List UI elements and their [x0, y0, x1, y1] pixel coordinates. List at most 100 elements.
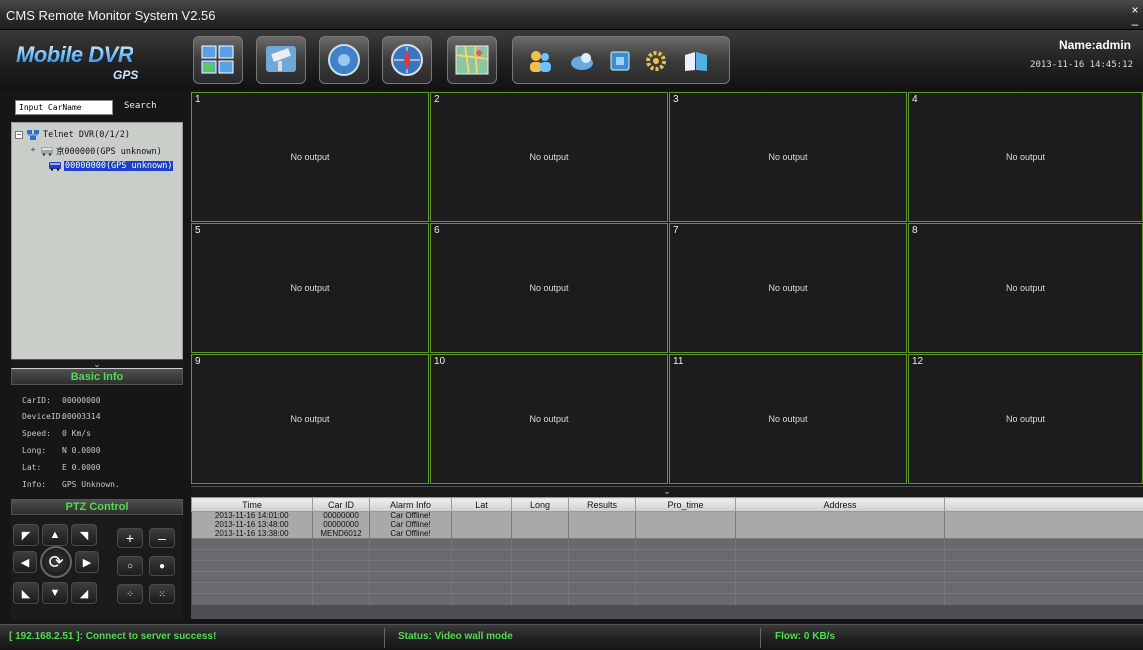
car-name-search-input[interactable]: Input CarName: [15, 100, 113, 115]
table-cell: [735, 529, 945, 539]
users-button[interactable]: [527, 49, 553, 73]
camera-button[interactable]: [256, 36, 306, 84]
video-tile[interactable]: 2 No output: [430, 92, 668, 222]
focus-near-button[interactable]: ○: [117, 556, 143, 576]
close-button[interactable]: ×: [1129, 4, 1141, 16]
ptz-up-right-button[interactable]: ◥: [71, 524, 97, 546]
video-tile[interactable]: 3 No output: [669, 92, 907, 222]
map-button[interactable]: [447, 36, 497, 84]
video-tile[interactable]: 9 No output: [191, 354, 429, 484]
table-cell: [735, 538, 945, 550]
devices-button[interactable]: [569, 49, 595, 73]
ptz-up-button[interactable]: ▲: [42, 524, 68, 546]
iris-large-button[interactable]: ⁙: [149, 584, 175, 604]
table-cell: [312, 538, 370, 550]
table-cell: [451, 520, 512, 530]
tile-status-text: No output: [1005, 414, 1046, 424]
table-cell: [191, 582, 313, 594]
table-cell: [635, 520, 736, 530]
devices-icon: [571, 53, 593, 70]
column-header[interactable]: [944, 497, 1143, 512]
column-header[interactable]: Long: [511, 497, 569, 512]
video-tile[interactable]: 8 No output: [908, 223, 1143, 353]
book-icon: [685, 52, 707, 71]
tree-item-vehicle-2[interactable]: 00000000(GPS unknown): [48, 159, 175, 173]
table-cell: [451, 560, 512, 572]
zoom-out-button[interactable]: –: [149, 528, 175, 548]
tile-number: 6: [434, 225, 440, 236]
column-header[interactable]: Time: [191, 497, 313, 512]
header: Mobile DVR GPS Name:admin 2013-11-16 14:…: [0, 30, 1143, 90]
server-button[interactable]: [607, 49, 633, 73]
video-tile[interactable]: 5 No output: [191, 223, 429, 353]
video-tile[interactable]: 1 No output: [191, 92, 429, 222]
help-button[interactable]: [683, 49, 709, 73]
table-cell: [511, 511, 569, 521]
playback-button[interactable]: [319, 36, 369, 84]
ptz-down-right-button[interactable]: ◢: [71, 582, 97, 604]
minimize-button[interactable]: –: [1129, 18, 1141, 30]
expand-icon[interactable]: +: [29, 146, 37, 155]
video-tile[interactable]: 11 No output: [669, 354, 907, 484]
table-cell: 2013-11-16 13:38:00: [191, 529, 313, 539]
table-cell: [635, 529, 736, 539]
tile-number: 11: [673, 356, 684, 367]
table-cell: [568, 571, 636, 583]
collapse-icon[interactable]: −: [15, 131, 23, 139]
table-cell: [735, 560, 945, 572]
status-divider: [760, 628, 761, 648]
tree-root[interactable]: − Telnet DVR(0/1/2): [15, 128, 130, 142]
table-cell: [944, 593, 1143, 605]
video-tile[interactable]: 12 No output: [908, 354, 1143, 484]
info-row-lat: Lat: E 0.0000: [22, 463, 101, 472]
search-button[interactable]: Search: [124, 101, 157, 111]
gps-button[interactable]: [382, 36, 432, 84]
settings-button[interactable]: [643, 49, 669, 73]
layout-grid-button[interactable]: [193, 36, 243, 84]
ptz-right-button[interactable]: ▶: [75, 551, 99, 573]
table-cell: [511, 549, 569, 561]
zoom-in-button[interactable]: +: [117, 528, 143, 548]
tree-item-vehicle-1[interactable]: + 京000000(GPS unknown): [29, 144, 162, 158]
focus-far-button[interactable]: ●: [149, 556, 175, 576]
table-cell: [944, 560, 1143, 572]
tile-status-text: No output: [290, 283, 330, 293]
table-cell: [568, 560, 636, 572]
tile-number: 1: [195, 94, 201, 105]
ptz-up-left-button[interactable]: ◤: [13, 524, 39, 546]
table-cell: [511, 529, 569, 539]
grid-splitter[interactable]: ⌄: [191, 486, 1143, 496]
table-cell: [635, 538, 736, 550]
ptz-auto-button[interactable]: ⟳: [40, 546, 72, 578]
column-header[interactable]: Pro_time: [635, 497, 736, 512]
tile-status-text: No output: [768, 283, 808, 293]
iris-small-button[interactable]: ⁘: [117, 584, 143, 604]
tile-number: 2: [434, 94, 440, 105]
column-header[interactable]: Car ID: [312, 497, 370, 512]
left-panel: Input CarName Search − Telnet DVR(0/1/2)…: [8, 95, 184, 620]
video-tile[interactable]: 6 No output: [430, 223, 668, 353]
layout-grid-icon: [201, 45, 234, 74]
connection-status: [ 192.168.2.51 ]: Connect to server succ…: [9, 631, 217, 642]
ptz-down-button[interactable]: ▼: [42, 582, 68, 604]
ptz-left-button[interactable]: ◀: [13, 551, 37, 573]
table-cell: [312, 582, 370, 594]
video-tile[interactable]: 4 No output: [908, 92, 1143, 222]
table-cell: [944, 520, 1143, 530]
video-tile[interactable]: 10 No output: [430, 354, 668, 484]
column-header[interactable]: Results: [568, 497, 636, 512]
alarm-table: Time Car ID Alarm Info Lat Long Results Pro_ti…: [191, 497, 1143, 619]
column-header[interactable]: Alarm Info: [369, 497, 452, 512]
column-header[interactable]: Address: [735, 497, 945, 512]
tile-status-text: No output: [1005, 152, 1046, 162]
column-header[interactable]: Lat: [451, 497, 512, 512]
table-cell: [511, 520, 569, 530]
video-tile[interactable]: 7 No output: [669, 223, 907, 353]
panel-splitter[interactable]: ⌄: [11, 359, 183, 369]
table-row[interactable]: 2013-11-16 13:38:00 MEND6012 Car Offline!: [191, 529, 1143, 539]
ptz-down-left-button[interactable]: ◣: [13, 582, 39, 604]
user-name: Name:admin: [1058, 38, 1131, 52]
empty-row: [191, 560, 1143, 572]
table-cell: [191, 571, 313, 583]
table-cell: [635, 593, 736, 605]
